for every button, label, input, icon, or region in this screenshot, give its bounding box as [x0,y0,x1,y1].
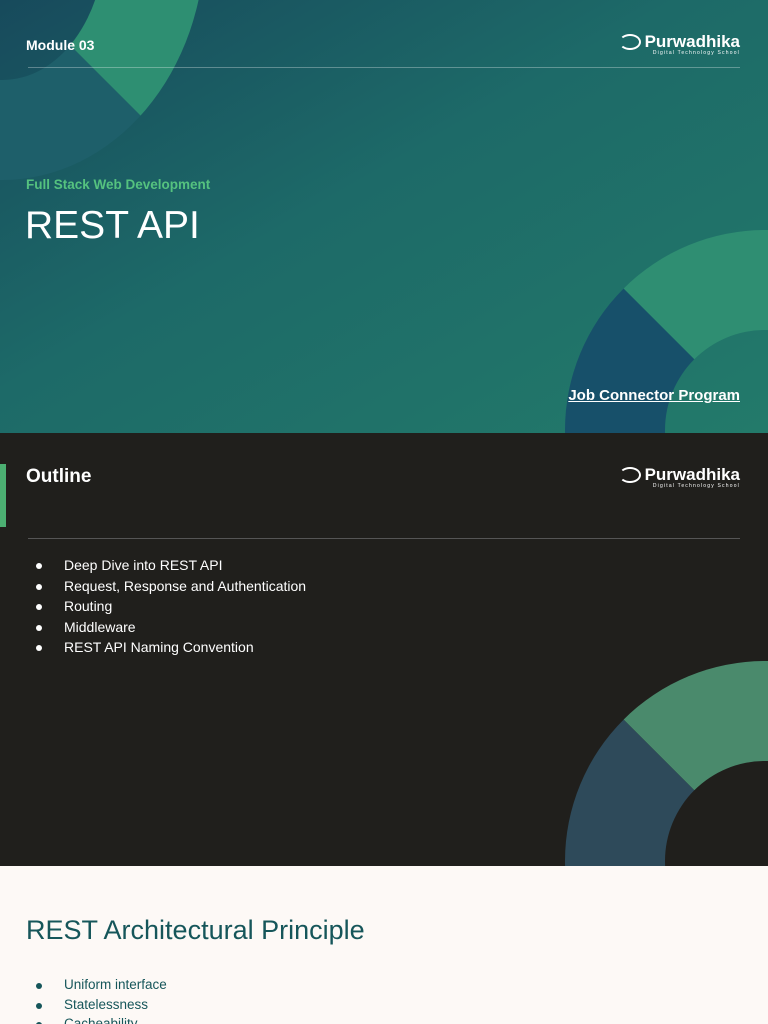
slide-title: Outline [26,466,92,487]
principle-slide: REST Architectural Principle Uniform int… [0,866,768,1024]
principle-list: Uniform interface Statelessness Cacheabi… [26,975,167,1024]
list-item: Request, Response and Authentication [26,576,306,597]
list-item: Uniform interface [26,975,167,995]
logo-icon [618,34,641,50]
accent-bar [0,464,6,527]
list-item: Middleware [26,617,306,638]
list-item: Cacheability [26,1014,167,1024]
outline-list: Deep Dive into REST API Request, Respons… [26,555,306,658]
list-item: Deep Dive into REST API [26,555,306,576]
outline-slide: Outline Purwadhika Digital Technology Sc… [0,433,768,866]
course-subtitle: Full Stack Web Development [26,177,211,192]
logo-icon [618,467,641,483]
divider [28,67,740,68]
title-slide: Module 03 Purwadhika Digital Technology … [0,0,768,433]
slide-title: REST Architectural Principle [26,915,365,945]
list-item: Statelessness [26,995,167,1015]
purwadhika-logo: Purwadhika Digital Technology School [618,32,740,56]
decorative-arc [565,661,768,866]
divider [28,538,740,539]
program-link[interactable]: Job Connector Program [568,387,740,404]
list-item: Routing [26,596,306,617]
purwadhika-logo: Purwadhika Digital Technology School [618,465,740,489]
module-label: Module 03 [26,37,95,53]
slide-title: REST API [25,204,200,247]
list-item: REST API Naming Convention [26,637,306,658]
decorative-arc [0,0,205,180]
